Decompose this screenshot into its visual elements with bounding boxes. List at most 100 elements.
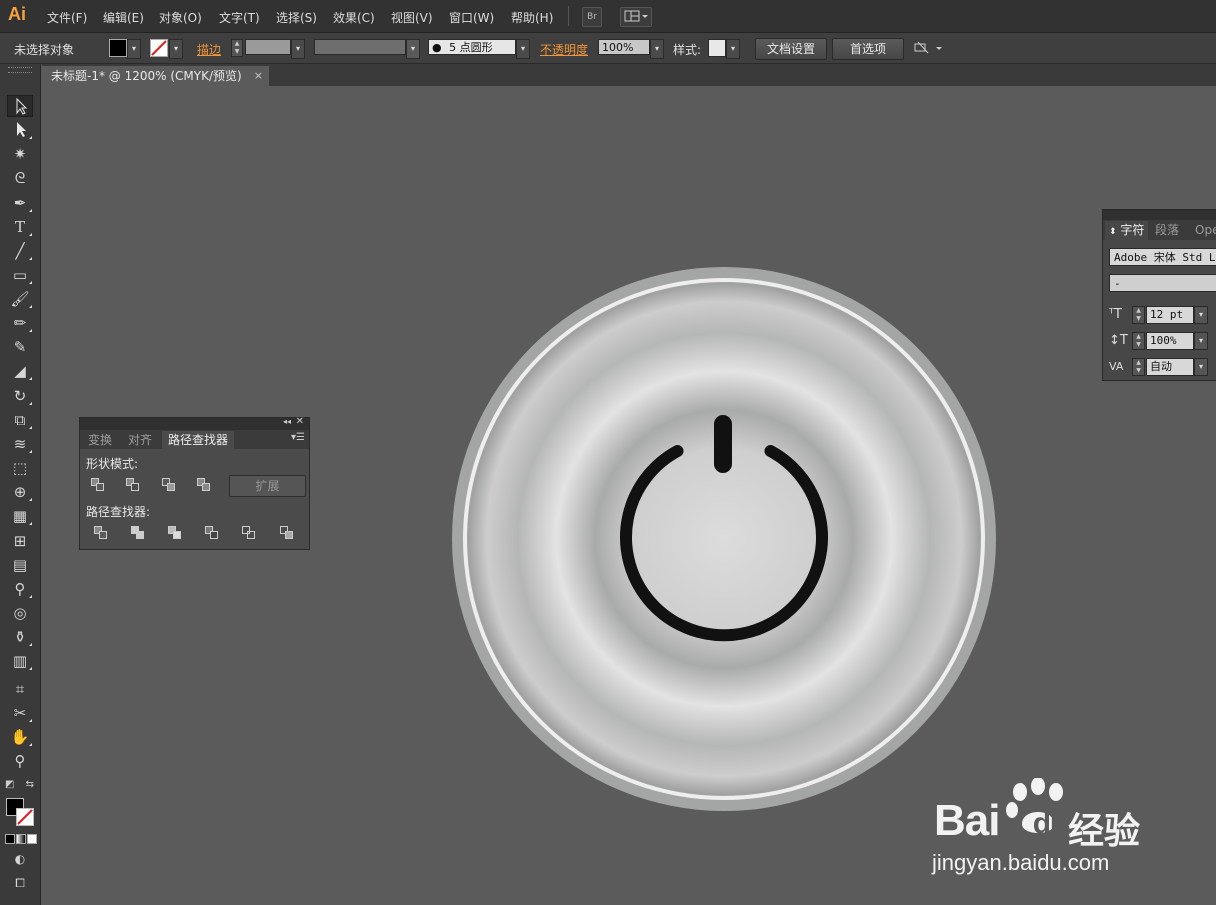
pen-tool[interactable]: ✒ <box>7 192 33 214</box>
font-style-field[interactable]: - <box>1109 274 1216 292</box>
merge-button[interactable] <box>168 526 182 540</box>
artboard-tool[interactable]: ⌗ <box>7 678 33 700</box>
menu-help[interactable]: 帮助(H) <box>511 9 553 26</box>
pencil-tool[interactable]: ✏ <box>7 312 33 334</box>
eyedropper-tool[interactable]: ⚲ <box>7 578 33 600</box>
preferences-button[interactable]: 首选项 <box>832 38 904 60</box>
tab-align[interactable]: 对齐 <box>122 431 158 449</box>
stroke-label[interactable]: 描边 <box>197 41 221 58</box>
opacity-label[interactable]: 不透明度 <box>540 41 588 58</box>
document-setup-button[interactable]: 文档设置 <box>755 38 827 60</box>
symbol-sprayer-tool[interactable]: ⚱ <box>7 626 33 648</box>
eraser-tool[interactable]: ◢ <box>7 360 33 382</box>
close-icon[interactable]: × <box>254 66 263 86</box>
stroke-indicator[interactable] <box>16 808 34 826</box>
stroke-color-swatch[interactable] <box>150 39 168 57</box>
minus-front-button[interactable] <box>126 478 140 492</box>
tab-character[interactable]: ⬍ 字符 <box>1105 221 1149 240</box>
tab-pathfinder[interactable]: 路径查找器 <box>162 431 235 449</box>
bridge-button[interactable]: Br <box>582 7 602 27</box>
graphic-style-swatch[interactable] <box>708 39 726 57</box>
zoom-tool[interactable]: ⚲ <box>7 750 33 772</box>
kerning-stepper[interactable]: ▲ ▼ <box>1132 358 1145 376</box>
font-family-field[interactable]: Adobe 宋体 Std L <box>1109 248 1216 266</box>
blob-brush-tool[interactable]: ✎ <box>7 336 33 358</box>
lasso-tool[interactable]: ᘓ <box>7 167 33 189</box>
mesh-tool[interactable]: ⊞ <box>7 530 33 552</box>
outline-button[interactable] <box>242 526 256 540</box>
expand-button[interactable]: 扩展 <box>229 475 306 497</box>
line-segment-tool[interactable]: ╱ <box>7 240 33 262</box>
menu-select[interactable]: 选择(S) <box>276 9 317 26</box>
opacity-field[interactable]: 100% <box>598 39 650 55</box>
menu-effect[interactable]: 效果(C) <box>333 9 375 26</box>
workspace-switcher-button[interactable] <box>620 7 652 27</box>
magic-wand-tool[interactable]: ✷ <box>7 143 33 165</box>
panel-menu-icon[interactable]: ▾☰ <box>291 432 305 443</box>
blend-tool[interactable]: ◎ <box>7 602 33 624</box>
font-size-field[interactable]: 12 pt <box>1146 306 1194 324</box>
stroke-weight-field[interactable] <box>245 39 291 55</box>
menu-edit[interactable]: 编辑(E) <box>103 9 144 26</box>
color-mode-buttons[interactable] <box>5 834 37 844</box>
default-swap-colors[interactable]: ◩ ⇆ <box>5 779 35 793</box>
minus-back-button[interactable] <box>280 526 294 540</box>
panel-header[interactable]: ◂◂ ✕ <box>80 416 309 430</box>
style-dropdown[interactable]: ▾ <box>726 39 740 59</box>
divide-button[interactable] <box>94 526 108 540</box>
profile-dropdown[interactable]: ▾ <box>406 39 420 59</box>
scale-tool[interactable]: ⧉ <box>7 409 33 431</box>
tab-paragraph[interactable]: 段落 <box>1151 221 1183 240</box>
menu-file[interactable]: 文件(F) <box>47 9 87 26</box>
tools-grip[interactable] <box>8 67 32 73</box>
screen-mode-button[interactable]: ⧠ <box>7 872 33 894</box>
slice-tool[interactable]: ✂ <box>7 702 33 724</box>
panel-header[interactable] <box>1103 210 1216 220</box>
font-size-stepper[interactable]: ▲ ▼ <box>1132 306 1145 324</box>
column-graph-tool[interactable]: ▥ <box>7 650 33 672</box>
direct-selection-tool[interactable] <box>7 119 33 141</box>
stroke-dropdown[interactable]: ▾ <box>169 39 183 59</box>
leading-stepper[interactable]: ▲ ▼ <box>1132 332 1145 350</box>
unite-button[interactable] <box>91 478 105 492</box>
brush-dropdown[interactable]: ▾ <box>516 39 530 59</box>
stroke-weight-stepper[interactable]: ▲ ▼ <box>231 39 243 57</box>
drawing-mode-button[interactable]: ◐ <box>7 848 33 870</box>
opacity-dropdown[interactable]: ▾ <box>650 39 664 59</box>
leading-dropdown[interactable]: ▾ <box>1194 332 1208 350</box>
leading-field[interactable]: 100% <box>1146 332 1194 350</box>
free-transform-tool[interactable]: ⬚ <box>7 457 33 479</box>
hand-tool[interactable]: ✋ <box>7 726 33 748</box>
tab-transform[interactable]: 变换 <box>82 431 118 449</box>
gradient-tool[interactable]: ▤ <box>7 554 33 576</box>
variable-width-profile[interactable] <box>314 39 406 55</box>
rectangle-tool[interactable]: ▭ <box>7 264 33 286</box>
fill-color-swatch[interactable] <box>109 39 127 57</box>
fill-dropdown[interactable]: ▾ <box>127 39 141 59</box>
menu-type[interactable]: 文字(T) <box>219 9 260 26</box>
font-size-dropdown[interactable]: ▾ <box>1194 306 1208 324</box>
intersect-button[interactable] <box>162 478 176 492</box>
rotate-tool[interactable]: ↻ <box>7 385 33 407</box>
collapse-icon[interactable]: ◂◂ <box>283 417 291 426</box>
exclude-button[interactable] <box>197 478 211 492</box>
type-tool[interactable]: T <box>7 216 33 238</box>
kerning-dropdown[interactable]: ▾ <box>1194 358 1208 376</box>
crop-button[interactable] <box>205 526 219 540</box>
document-tab[interactable]: 未标题-1* @ 1200% (CMYK/预览) × <box>42 66 269 86</box>
shape-builder-tool[interactable]: ⊕ <box>7 481 33 503</box>
trim-button[interactable] <box>131 526 145 540</box>
stroke-weight-dropdown[interactable]: ▾ <box>291 39 305 59</box>
brush-definition[interactable]: ● 5 点圆形 <box>428 39 516 55</box>
perspective-grid-tool[interactable]: ▦ <box>7 505 33 527</box>
paintbrush-tool[interactable]: 🖌 <box>7 288 33 310</box>
menu-object[interactable]: 对象(O) <box>159 9 202 26</box>
menu-window[interactable]: 窗口(W) <box>449 9 494 26</box>
arrange-documents-button[interactable] <box>912 39 946 57</box>
kerning-field[interactable]: 自动 <box>1146 358 1194 376</box>
menu-view[interactable]: 视图(V) <box>391 9 433 26</box>
width-tool[interactable]: ≋ <box>7 433 33 455</box>
close-icon[interactable]: ✕ <box>296 416 304 427</box>
power-button-artwork[interactable] <box>452 267 996 811</box>
tab-opentype[interactable]: Ope <box>1191 221 1216 240</box>
